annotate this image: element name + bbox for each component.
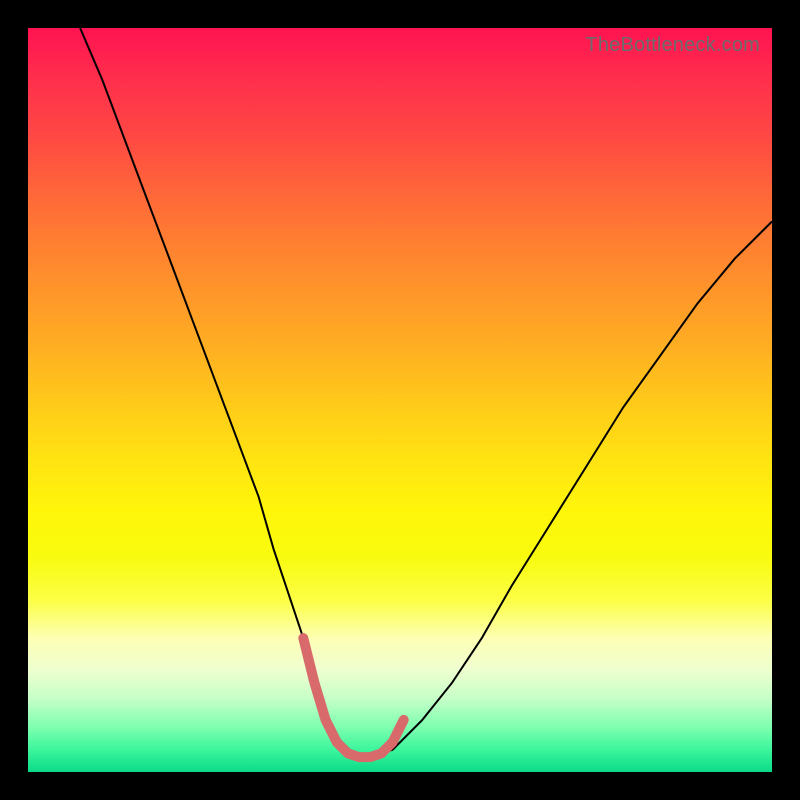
series-bottleneck-curve <box>80 28 772 757</box>
chart-svg <box>28 28 772 772</box>
chart-frame: TheBottleneck.com <box>0 0 800 800</box>
series-highlight-bottom <box>303 638 403 757</box>
chart-plot-area: TheBottleneck.com <box>28 28 772 772</box>
chart-series-group <box>80 28 772 757</box>
